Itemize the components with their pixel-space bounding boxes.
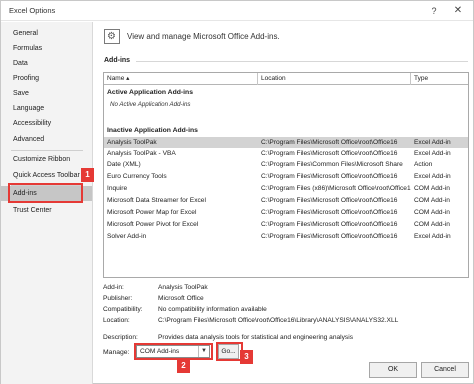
cell-name: Analysis ToolPak - VBA: [107, 150, 176, 157]
cell-location: C:\Program Files\Microsoft Office\root\O…: [261, 150, 398, 157]
section-label-add-ins: Add-ins: [104, 57, 131, 64]
table-row[interactable]: Analysis ToolPak C:\Program Files\Micros…: [104, 137, 468, 148]
detail-label-location: Location:: [103, 317, 130, 324]
table-header: Name ▴ Location Type: [104, 73, 468, 85]
cell-name: Analysis ToolPak: [107, 139, 157, 146]
help-icon[interactable]: ?: [427, 4, 441, 18]
highlight-add-ins: [8, 183, 83, 203]
group-title-active: Active Application Add-ins: [107, 89, 193, 96]
sidebar-item-quick-access-toolbar[interactable]: Quick Access Toolbar: [1, 168, 92, 183]
table-row[interactable]: Solver Add-in C:\Program Files\Microsoft…: [104, 231, 468, 242]
sidebar-item-general[interactable]: General: [1, 26, 92, 41]
cell-name: Inquire: [107, 185, 128, 192]
add-ins-table[interactable]: Name ▴ Location Type Active Application …: [103, 72, 469, 278]
cell-type: Excel Add-in: [414, 233, 451, 240]
highlight-go-button: [216, 342, 243, 361]
detail-label-add-in: Add-in:: [103, 284, 124, 291]
table-row[interactable]: Microsoft Data Streamer for Excel C:\Pro…: [104, 195, 468, 206]
detail-value-add-in: Analysis ToolPak: [158, 284, 208, 291]
cell-name: Microsoft Data Streamer for Excel: [107, 197, 206, 204]
table-row[interactable]: Microsoft Power Map for Excel C:\Program…: [104, 207, 468, 218]
cell-location: C:\Program Files (x86)\Microsoft Office\…: [261, 185, 411, 192]
section-divider: [136, 61, 468, 62]
cell-type: Excel Add-in: [414, 139, 451, 146]
detail-value-description: Provides data analysis tools for statist…: [158, 334, 353, 341]
detail-label-description: Description:: [103, 334, 138, 341]
sidebar-item-customize-ribbon[interactable]: Customize Ribbon: [1, 152, 92, 167]
title-bar: Excel Options ? ✕: [1, 1, 473, 21]
table-row[interactable]: Microsoft Power Pivot for Excel C:\Progr…: [104, 219, 468, 230]
table-row[interactable]: Euro Currency Tools C:\Program Files\Mic…: [104, 171, 468, 182]
sidebar-item-trust-center[interactable]: Trust Center: [1, 203, 92, 218]
cell-location: C:\Program Files\Microsoft Office\root\O…: [261, 197, 398, 204]
detail-label-compatibility: Compatibility:: [103, 306, 143, 313]
step-badge-1: 1: [81, 168, 94, 182]
cell-location: C:\Program Files\Common Files\Microsoft …: [261, 161, 403, 168]
sidebar-item-accessibility[interactable]: Accessibility: [1, 116, 92, 131]
step-badge-2: 2: [177, 359, 190, 373]
table-row[interactable]: Date (XML) C:\Program Files\Common Files…: [104, 159, 468, 170]
column-header-type[interactable]: Type: [411, 73, 468, 85]
cell-name: Solver Add-in: [107, 233, 147, 240]
sidebar-item-formulas[interactable]: Formulas: [1, 41, 92, 56]
sidebar-item-proofing[interactable]: Proofing: [1, 71, 92, 86]
cell-type: COM Add-in: [414, 197, 450, 204]
sidebar-item-advanced[interactable]: Advanced: [1, 132, 92, 147]
cell-location: C:\Program Files\Microsoft Office\root\O…: [261, 173, 398, 180]
cancel-button[interactable]: Cancel: [421, 362, 469, 378]
panel-header-text: View and manage Microsoft Office Add-ins…: [127, 32, 280, 41]
cell-name: Microsoft Power Map for Excel: [107, 209, 197, 216]
column-header-name[interactable]: Name ▴: [104, 73, 258, 85]
close-icon[interactable]: ✕: [451, 4, 465, 18]
sidebar-divider: [11, 150, 83, 151]
excel-options-dialog: Excel Options ? ✕ General Formulas Data …: [0, 0, 474, 384]
cell-name: Date (XML): [107, 161, 141, 168]
step-badge-3: 3: [240, 350, 253, 364]
cell-location: C:\Program Files\Microsoft Office\root\O…: [261, 221, 398, 228]
cell-type: Excel Add-in: [414, 150, 451, 157]
cell-location: C:\Program Files\Microsoft Office\root\O…: [261, 139, 398, 146]
cell-name: Euro Currency Tools: [107, 173, 167, 180]
sidebar-item-language[interactable]: Language: [1, 101, 92, 116]
options-sidebar: General Formulas Data Proofing Save Lang…: [1, 22, 93, 384]
cell-type: COM Add-in: [414, 221, 450, 228]
table-row[interactable]: Analysis ToolPak - VBA C:\Program Files\…: [104, 148, 468, 159]
detail-value-location: C:\Program Files\Microsoft Office\root\O…: [158, 317, 399, 324]
column-header-location[interactable]: Location: [258, 73, 411, 85]
cell-type: Action: [414, 161, 433, 168]
highlight-manage-dropdown: [134, 343, 213, 360]
ok-button[interactable]: OK: [369, 362, 417, 378]
window-title: Excel Options: [9, 6, 56, 15]
cell-type: Excel Add-in: [414, 173, 451, 180]
group-title-inactive: Inactive Application Add-ins: [107, 127, 198, 134]
sidebar-item-data[interactable]: Data: [1, 56, 92, 71]
cell-location: C:\Program Files\Microsoft Office\root\O…: [261, 233, 398, 240]
cell-type: COM Add-in: [414, 209, 450, 216]
empty-active-message: No Active Application Add-ins: [110, 101, 191, 108]
add-ins-panel: ⚙ View and manage Microsoft Office Add-i…: [94, 22, 473, 384]
cell-name: Microsoft Power Pivot for Excel: [107, 221, 199, 228]
detail-value-compatibility: No compatibility information available: [158, 306, 267, 313]
cell-type: COM Add-in: [414, 185, 450, 192]
manage-label: Manage:: [103, 349, 130, 356]
gear-icon: ⚙: [104, 29, 120, 44]
sidebar-item-save[interactable]: Save: [1, 86, 92, 101]
detail-value-publisher: Microsoft Office: [158, 295, 204, 302]
cell-location: C:\Program Files\Microsoft Office\root\O…: [261, 209, 398, 216]
table-row[interactable]: Inquire C:\Program Files (x86)\Microsoft…: [104, 183, 468, 194]
detail-label-publisher: Publisher:: [103, 295, 133, 302]
